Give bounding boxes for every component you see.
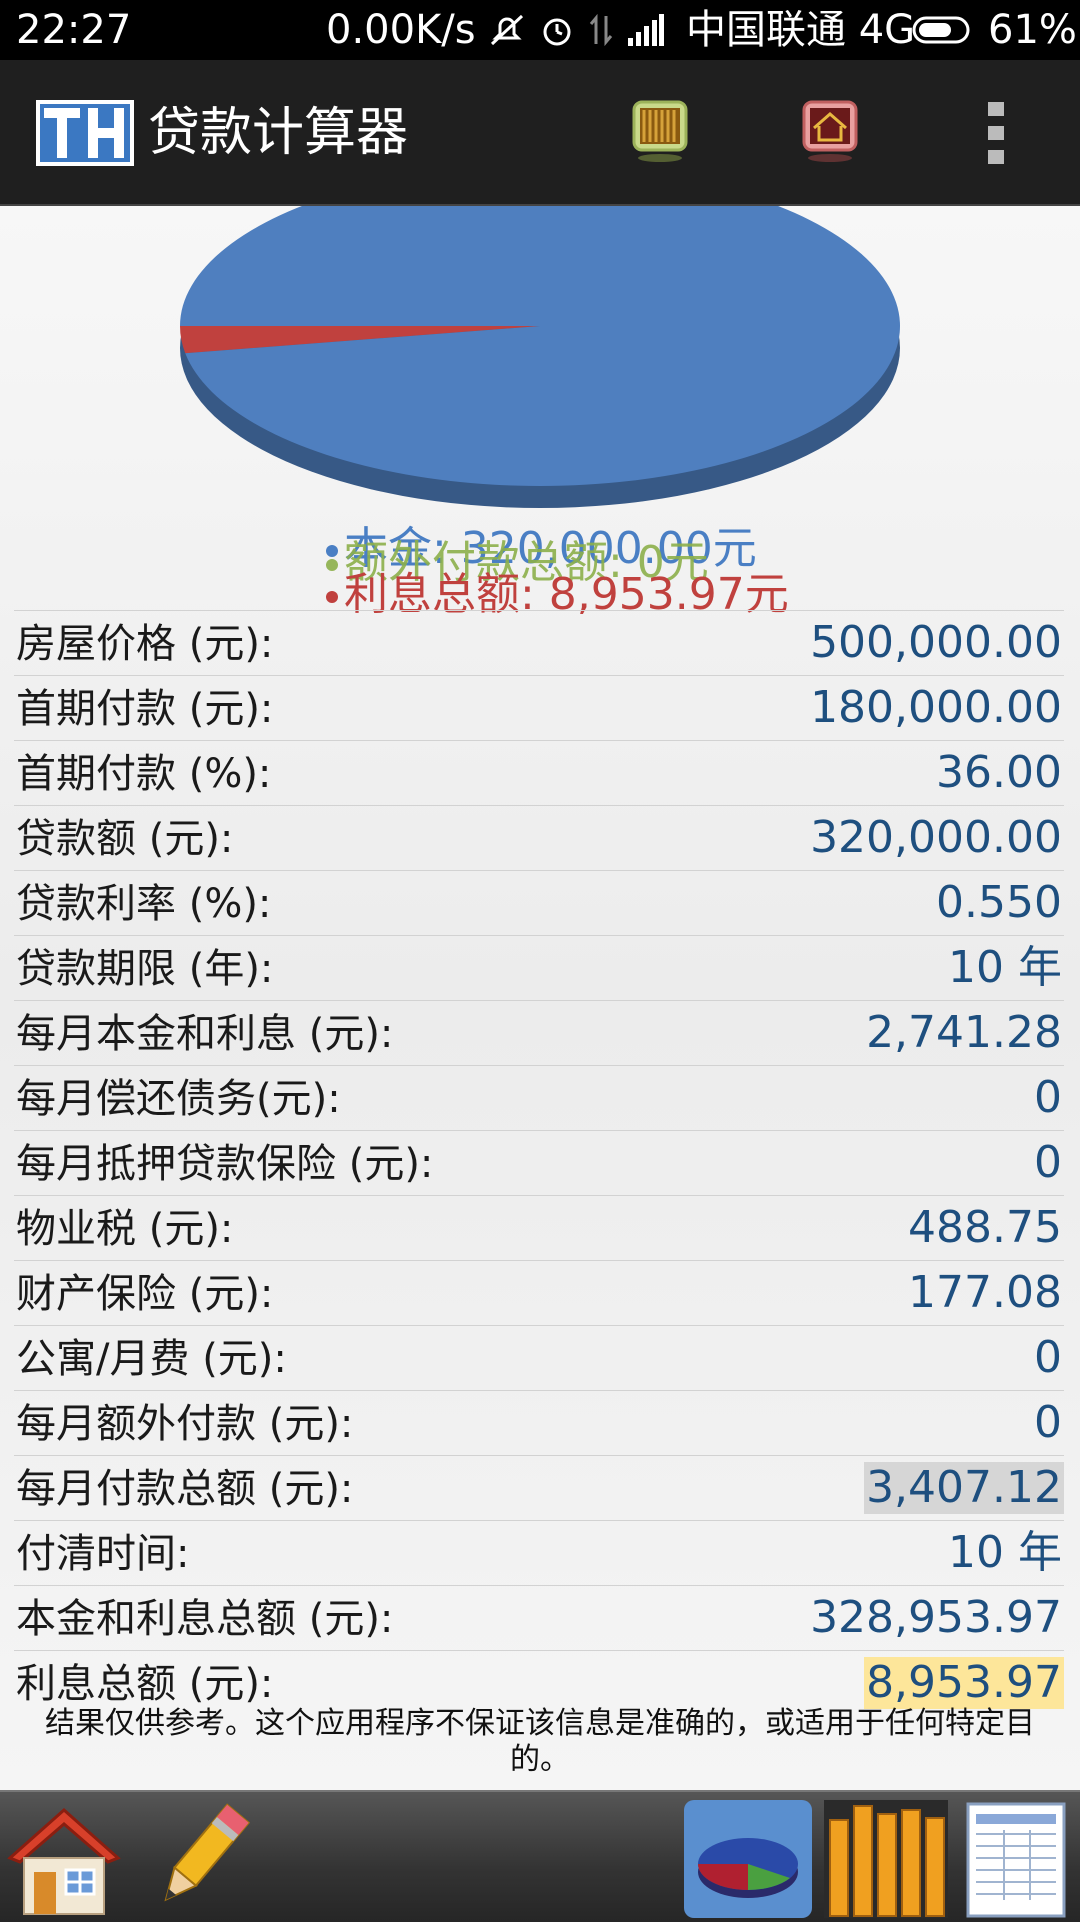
- results-panel: 本金: 320,000.00元 额外付款总额: 0元 利息总额: 8,953.9…: [0, 206, 1080, 1790]
- overflow-menu-icon[interactable]: [986, 100, 1008, 166]
- house-button[interactable]: [800, 98, 860, 166]
- status-bar: 22:27 0.00K/s 中国联通 4G 61%: [0, 0, 1080, 60]
- row-hoa-fee: 公寓/月费 (元): 0: [14, 1325, 1064, 1390]
- pie-chart: [180, 206, 900, 508]
- row-monthly-total: 每月付款总额 (元): 3,407.12: [14, 1455, 1064, 1520]
- app-title: 贷款计算器: [148, 103, 409, 163]
- row-house-price: 房屋价格 (元): 500,000.00: [14, 610, 1064, 675]
- pie-chart-icon[interactable]: [684, 1800, 812, 1918]
- row-interest-rate: 贷款利率 (%): 0.550: [14, 870, 1064, 935]
- row-payoff-time: 付清时间: 10 年: [14, 1520, 1064, 1585]
- row-monthly-principal-interest: 每月本金和利息 (元): 2,741.28: [14, 1000, 1064, 1065]
- data-arrows-icon: [589, 13, 613, 47]
- row-loan-amount: 贷款额 (元): 320,000.00: [14, 805, 1064, 870]
- spreadsheet-icon[interactable]: [964, 1800, 1074, 1918]
- row-mortgage-insurance: 每月抵押贷款保险 (元): 0: [14, 1130, 1064, 1195]
- row-property-tax: 物业税 (元): 488.75: [14, 1195, 1064, 1260]
- row-loan-term: 贷款期限 (年): 10 年: [14, 935, 1064, 1000]
- bottom-toolbar: [0, 1790, 1080, 1922]
- app-bar: 贷款计算器: [0, 60, 1080, 206]
- disclaimer-text: 结果仅供参考。这个应用程序不保证该信息是准确的，或适用于任何特定目的。: [45, 1706, 1035, 1777]
- app-logo: [36, 100, 134, 166]
- row-down-payment: 首期付款 (元): 180,000.00: [14, 675, 1064, 740]
- status-battery-percent: 61%: [988, 7, 1077, 53]
- row-total-principal-interest: 本金和利息总额 (元): 328,953.97: [14, 1585, 1064, 1650]
- signal-icon: [628, 14, 664, 46]
- home-icon[interactable]: [0, 1800, 128, 1918]
- edit-pencil-icon[interactable]: [138, 1800, 262, 1918]
- status-carrier: 中国联通 4G: [686, 7, 916, 53]
- bar-chart-icon[interactable]: [824, 1800, 948, 1918]
- results-table: 房屋价格 (元): 500,000.00 首期付款 (元): 180,000.00 …: [14, 610, 1064, 1715]
- row-monthly-debt: 每月偿还债务(元): 0: [14, 1065, 1064, 1130]
- mute-icon: [490, 14, 524, 46]
- row-extra-payment: 每月额外付款 (元): 0: [14, 1390, 1064, 1455]
- bar-chart-button[interactable]: [630, 98, 690, 166]
- status-icons: [488, 10, 664, 50]
- battery-icon: [912, 16, 970, 44]
- status-time: 22:27: [16, 7, 132, 53]
- status-net-speed: 0.00K/s: [326, 7, 476, 53]
- alarm-icon: [543, 18, 571, 46]
- row-down-payment-percent: 首期付款 (%): 36.00: [14, 740, 1064, 805]
- row-property-insurance: 财产保险 (元): 177.08: [14, 1260, 1064, 1325]
